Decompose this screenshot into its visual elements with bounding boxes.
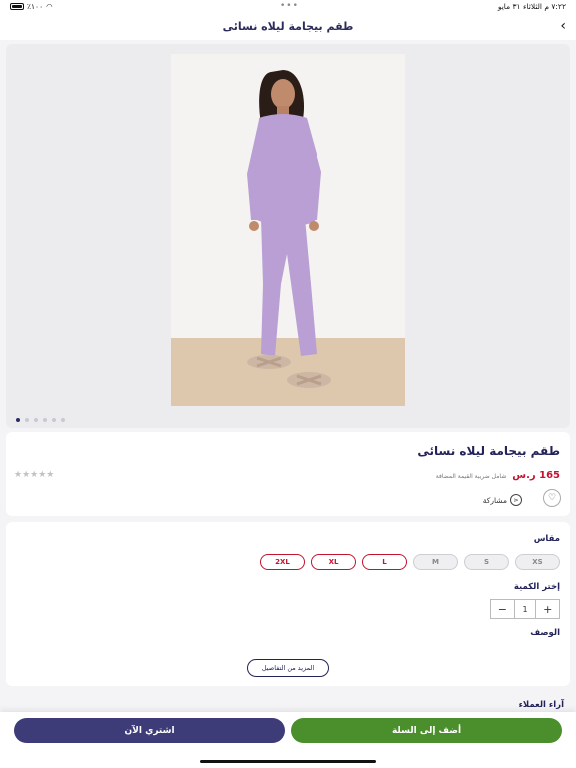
heart-icon: ♡	[547, 493, 557, 503]
bottom-action-bar: أضف إلى السلة اشتري الآن	[0, 712, 576, 768]
add-to-cart-button[interactable]: أضف إلى السلة	[291, 718, 562, 743]
size-option-m[interactable]: M	[413, 554, 458, 570]
back-button[interactable]: ‹	[560, 18, 566, 34]
nav-bar: طقم بيجامة ليلاه نسائى ‹	[0, 14, 576, 40]
reviews-heading: آراء العملاء	[518, 700, 564, 710]
product-options-card: مقاس XS S M L XL 2XL إختر الكمية + 1 − ا…	[6, 522, 570, 686]
product-image[interactable]	[171, 54, 405, 406]
page-dot[interactable]	[52, 418, 56, 422]
share-label: مشاركة	[482, 495, 507, 505]
share-icon: ⋖	[510, 494, 522, 506]
vat-note: شامل ضريبة القيمة المضافة	[435, 473, 507, 480]
floor	[171, 338, 405, 406]
wifi-icon: ◠	[46, 2, 53, 11]
more-details-button[interactable]: المزيد من التفاصيل	[247, 659, 329, 677]
size-option-2xl[interactable]: 2XL	[260, 554, 305, 570]
status-time: ٧:٢٢ م الثلاثاء ٣١ مايو	[497, 2, 566, 11]
multitask-dots[interactable]: •••	[280, 1, 299, 11]
page-dot[interactable]	[61, 418, 65, 422]
rating-stars[interactable]: ★★★★★	[14, 470, 54, 480]
share-button[interactable]: ⋖ مشاركة	[483, 494, 522, 506]
description-label: الوصف	[530, 628, 560, 638]
product-info-card: طقم بيجامة ليلاه نسائى 165 ر.س شامل ضريب…	[6, 432, 570, 516]
product-title: طقم بيجامة ليلاه نسائى	[417, 444, 560, 458]
size-option-xl[interactable]: XL	[311, 554, 356, 570]
home-indicator[interactable]	[200, 760, 376, 763]
size-option-xs[interactable]: XS	[515, 554, 560, 570]
size-option-s[interactable]: S	[464, 554, 509, 570]
price: 165 ر.س	[512, 470, 560, 481]
chevron-left-icon: ‹	[560, 18, 566, 34]
model-photo-illustration	[171, 70, 405, 406]
size-label: مقاس	[533, 534, 560, 544]
battery-indicator: ٪١٠٠ ◠	[10, 2, 53, 11]
battery-icon	[10, 3, 24, 10]
page-title: طقم بيجامة ليلاه نسائى	[222, 20, 354, 33]
decrement-button[interactable]: −	[491, 600, 514, 618]
buy-now-button[interactable]: اشتري الآن	[14, 718, 285, 743]
page-dot[interactable]	[25, 418, 29, 422]
pajama-pants	[261, 218, 317, 356]
gallery-pagination	[16, 418, 65, 422]
quantity-value[interactable]: 1	[513, 600, 537, 618]
status-bar: ٪١٠٠ ◠ ••• ٧:٢٢ م الثلاثاء ٣١ مايو	[0, 0, 576, 14]
page-dot[interactable]	[43, 418, 47, 422]
increment-button[interactable]: +	[536, 600, 559, 618]
quantity-stepper: + 1 −	[490, 599, 560, 619]
price-row: 165 ر.س شامل ضريبة القيمة المضافة	[436, 470, 560, 481]
battery-percent: ٪١٠٠	[27, 2, 44, 11]
product-gallery[interactable]	[6, 44, 570, 428]
size-selector: XS S M L XL 2XL	[260, 554, 560, 570]
face	[271, 79, 295, 109]
page-dot[interactable]	[34, 418, 38, 422]
quantity-label: إختر الكمية	[513, 582, 560, 592]
favorite-button[interactable]: ♡	[543, 489, 561, 507]
page-dot[interactable]	[16, 418, 20, 422]
size-option-l[interactable]: L	[362, 554, 407, 570]
